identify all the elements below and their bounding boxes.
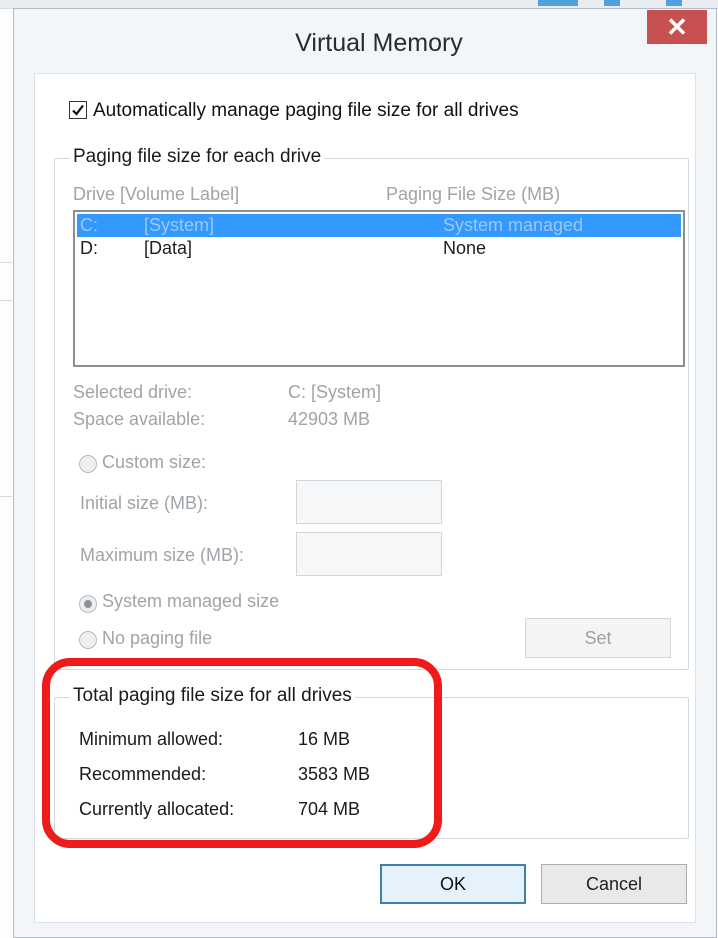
close-icon: ✕ (666, 12, 688, 42)
background-divider (0, 300, 12, 301)
background-divider (0, 496, 12, 497)
system-managed-label: System managed size (102, 591, 280, 611)
custom-size-radio[interactable] (79, 455, 97, 473)
highlight-annotation (42, 658, 442, 848)
space-available-label: Space available: (73, 409, 206, 429)
radio-selected-dot (84, 600, 92, 608)
maximum-size-input[interactable] (296, 532, 442, 576)
drives-group-legend: Paging file size for each drive (70, 146, 325, 168)
system-managed-radio[interactable] (79, 595, 97, 613)
checkmark-icon (72, 104, 84, 116)
set-button[interactable]: Set (525, 618, 671, 658)
space-available-value: 42903 MB (288, 409, 371, 429)
selected-drive-label: Selected drive: (73, 382, 193, 402)
drive-letter: D: (80, 238, 98, 258)
column-header-drive: Drive [Volume Label] (73, 184, 240, 204)
background-tab-marker (538, 0, 578, 6)
close-button[interactable]: ✕ (647, 10, 707, 44)
cancel-button[interactable]: Cancel (541, 864, 687, 904)
auto-manage-checkbox[interactable] (69, 101, 87, 119)
background-tab-marker (666, 0, 682, 6)
auto-manage-label: Automatically manage paging file size fo… (93, 100, 519, 121)
initial-size-input[interactable] (296, 480, 442, 524)
no-paging-radio[interactable] (79, 631, 97, 649)
drive-paging-size: None (443, 238, 487, 258)
dialog-title: Virtual Memory (295, 29, 463, 57)
background-tab-marker (604, 0, 620, 6)
drive-volume-label: [System] (144, 215, 215, 235)
no-paging-label: No paging file (102, 628, 213, 648)
drive-volume-label: [Data] (144, 238, 193, 258)
custom-size-label: Custom size: (102, 452, 207, 472)
drive-row-c[interactable]: C: [System] System managed (77, 214, 681, 237)
selected-drive-value: C: [System] (288, 382, 382, 402)
maximum-size-label: Maximum size (MB): (80, 545, 245, 565)
title-bar: Virtual Memory ✕ (14, 9, 716, 71)
drive-letter: C: (80, 215, 98, 235)
drive-listbox[interactable]: C: [System] System managed D: [Data] Non… (73, 210, 685, 367)
background-divider (0, 262, 12, 263)
initial-size-label: Initial size (MB): (80, 493, 209, 513)
drive-row-d[interactable]: D: [Data] None (77, 237, 681, 260)
ok-button[interactable]: OK (380, 864, 526, 904)
column-header-size: Paging File Size (MB) (386, 184, 561, 204)
drive-paging-size: System managed (443, 215, 584, 235)
